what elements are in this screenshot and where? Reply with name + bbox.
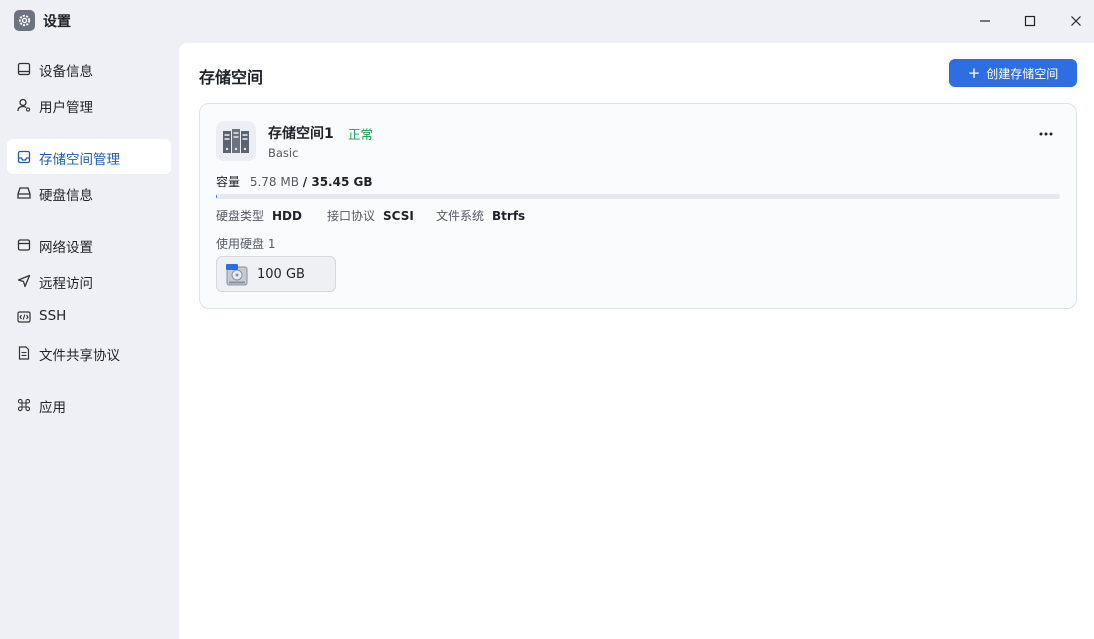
storage-icon	[16, 149, 31, 164]
capacity-progress-bar	[216, 194, 1060, 199]
minimize-button[interactable]	[970, 6, 1000, 36]
sidebar-item-label: 应用	[39, 400, 66, 416]
sidebar-item-storage[interactable]: 存储空间管理	[7, 139, 171, 174]
sidebar-item-disk-info[interactable]: 硬盘信息	[7, 175, 171, 210]
more-options-button[interactable]	[1034, 122, 1058, 146]
storage-pool-card: 存储空间1 正常 Basic 容量 5.78 MB / 35.45 GB 硬盘类…	[199, 103, 1077, 309]
create-storage-button[interactable]: + 创建存储空间	[949, 59, 1077, 87]
capacity-progress-fill	[216, 194, 218, 199]
capacity-total: / 35.45 GB	[302, 175, 373, 189]
pool-type: Basic	[268, 146, 299, 160]
capacity-used: 5.78 MB	[249, 175, 299, 189]
filesystem-label: 文件系统	[436, 209, 485, 223]
page-title: 存储空间	[199, 68, 264, 87]
capacity-label: 容量	[216, 175, 241, 189]
status-badge: 正常	[348, 127, 374, 142]
interface-label: 接口协议	[327, 209, 376, 223]
drive-icon	[16, 185, 31, 200]
sidebar-item-label: 硬盘信息	[39, 188, 93, 204]
window-title: 设置	[43, 14, 71, 30]
user-icon	[16, 97, 31, 112]
close-button[interactable]	[1061, 6, 1091, 36]
disks-used-label: 使用硬盘 1	[216, 237, 276, 251]
maximize-icon	[1024, 15, 1036, 27]
sidebar-item-label: 存储空间管理	[39, 152, 120, 168]
main-panel: 存储空间 + 创建存储空间 存储空间1 正常 Basic 容量 5.78 MB …	[179, 43, 1094, 639]
sidebar-item-label: 用户管理	[39, 100, 93, 116]
sidebar-item-device-info[interactable]: 设备信息	[7, 51, 171, 86]
disk-type-field: 硬盘类型 HDD	[216, 207, 302, 224]
sidebar-item-users[interactable]: 用户管理	[7, 87, 171, 122]
sidebar: 设备信息 用户管理 存储空间管理 硬盘信息 网络设置 远程访问 SSH 文件共享…	[0, 42, 179, 639]
gear-icon	[14, 10, 35, 31]
capacity-row: 容量 5.78 MB / 35.45 GB	[216, 173, 373, 190]
hard-disk-icon	[225, 263, 249, 287]
filesystem-value: Btrfs	[492, 209, 526, 223]
interface-field: 接口协议 SCSI	[327, 207, 414, 224]
sidebar-item-network[interactable]: 网络设置	[7, 227, 171, 262]
sidebar-item-remote-access[interactable]: 远程访问	[7, 263, 171, 298]
filesystem-field: 文件系统 Btrfs	[436, 207, 525, 224]
disk-type-label: 硬盘类型	[216, 209, 265, 223]
sidebar-item-apps[interactable]: 应用	[7, 387, 171, 422]
monitor-icon	[16, 61, 31, 76]
minimize-icon	[980, 20, 990, 22]
disk-size: 100 GB	[257, 267, 305, 282]
sidebar-item-label: SSH	[39, 308, 67, 324]
title-bar: 设置	[0, 0, 1094, 42]
network-icon	[16, 237, 31, 252]
server-rack-icon	[216, 121, 256, 161]
more-icon	[1039, 132, 1053, 136]
close-icon	[1071, 16, 1081, 26]
maximize-button[interactable]	[1015, 6, 1045, 36]
send-icon	[16, 273, 31, 288]
code-icon	[16, 309, 31, 324]
sidebar-item-label: 文件共享协议	[39, 348, 120, 364]
sidebar-item-file-sharing[interactable]: 文件共享协议	[7, 335, 171, 370]
disk-type-value: HDD	[272, 209, 302, 223]
create-storage-label: 创建存储空间	[986, 66, 1059, 81]
sidebar-item-ssh[interactable]: SSH	[7, 299, 171, 334]
command-icon	[16, 397, 31, 412]
document-icon	[16, 345, 31, 360]
sidebar-item-label: 远程访问	[39, 276, 93, 292]
pool-name: 存储空间1	[268, 126, 334, 142]
sidebar-item-label: 设备信息	[39, 64, 93, 80]
sidebar-item-label: 网络设置	[39, 240, 93, 256]
disk-chip[interactable]: 100 GB	[216, 256, 336, 292]
interface-value: SCSI	[383, 209, 414, 223]
plus-icon: +	[967, 63, 981, 82]
